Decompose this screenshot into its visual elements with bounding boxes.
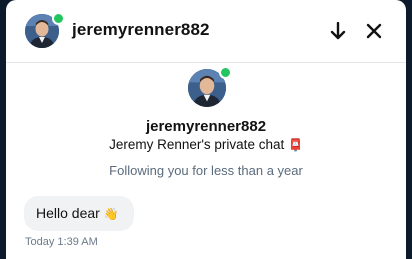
message-text: Hello dear: [36, 205, 100, 221]
chat-window: jeremyrenner882 jeremyrenner882 Jeremy R…: [6, 0, 406, 259]
scroll-down-button[interactable]: [325, 18, 351, 44]
chat-title: Jeremy Renner's private chat 📮: [6, 137, 406, 152]
profile-username[interactable]: jeremyrenner882: [6, 118, 406, 135]
follow-duration: Following you for less than a year: [109, 163, 303, 178]
waving-hand-emoji: 👋: [103, 207, 119, 221]
online-status-dot: [52, 12, 65, 25]
close-button[interactable]: [361, 18, 387, 44]
chat-header: jeremyrenner882: [6, 0, 406, 63]
chat-intro: jeremyrenner882 Jeremy Renner's private …: [6, 63, 406, 193]
message-timestamp: Today 1:39 AM: [25, 236, 98, 248]
online-status-dot: [219, 66, 232, 79]
message-bubble[interactable]: Hello dear 👋: [24, 196, 134, 231]
arrow-down-icon: [330, 22, 346, 40]
chat-title-text: Jeremy Renner's private chat: [109, 137, 285, 152]
header-username[interactable]: jeremyrenner882: [72, 20, 210, 40]
mailbox-emoji: 📮: [287, 138, 303, 152]
close-icon: [366, 23, 382, 39]
